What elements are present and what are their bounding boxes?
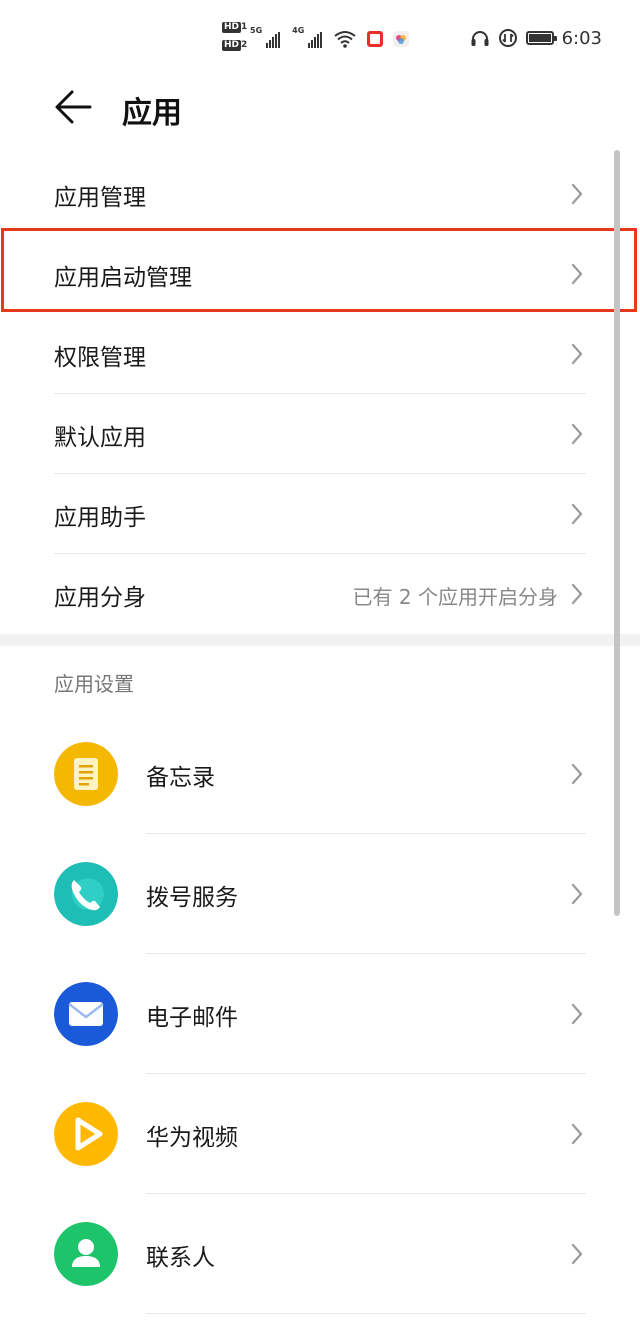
menu-item-default-apps[interactable]: 默认应用: [0, 394, 640, 474]
mail-icon: [54, 982, 118, 1046]
app-item-label: 电子邮件: [146, 1005, 238, 1031]
settings-menu-list: 应用管理 应用启动管理 权限管理 默认应用 应用助手 应用分身 已有 2 个应用…: [0, 154, 640, 634]
app-bar: 应用: [0, 76, 640, 142]
chevron-right-icon: [571, 763, 583, 785]
chevron-right-icon: [571, 183, 583, 205]
battery-icon: [525, 31, 557, 45]
scrollbar[interactable]: [614, 150, 620, 916]
menu-item-label: 应用分身: [54, 585, 146, 611]
menu-item-label: 应用启动管理: [54, 265, 192, 291]
app-item-email[interactable]: 电子邮件: [0, 954, 640, 1074]
app-item-huawei-video[interactable]: 华为视频: [0, 1074, 640, 1194]
chevron-right-icon: [571, 583, 583, 605]
play-icon: [54, 1102, 118, 1166]
network-4g-label: 4G: [292, 26, 305, 35]
menu-item-label: 应用助手: [54, 505, 146, 531]
network-5g-label: 5G: [250, 26, 263, 35]
wifi-icon: [334, 31, 356, 48]
chevron-right-icon: [571, 343, 583, 365]
app-notification-icon: [393, 31, 410, 47]
section-separator: [0, 634, 640, 646]
app-item-dialer[interactable]: 拨号服务: [0, 834, 640, 954]
chevron-right-icon: [571, 1123, 583, 1145]
chevron-right-icon: [571, 883, 583, 905]
menu-item-permission-management[interactable]: 权限管理: [0, 314, 640, 394]
chevron-right-icon: [571, 1003, 583, 1025]
clock-time: 6:03: [561, 27, 602, 49]
menu-item-app-twin[interactable]: 应用分身 已有 2 个应用开启分身: [0, 554, 640, 634]
app-item-label: 华为视频: [146, 1125, 238, 1151]
app-item-label: 联系人: [146, 1245, 215, 1271]
menu-item-app-assistant[interactable]: 应用助手: [0, 474, 640, 554]
headphones-icon: [471, 31, 489, 46]
chevron-right-icon: [571, 263, 583, 285]
app-settings-list: 备忘录 拨号服务 电子邮件 华为视频 联系人: [0, 714, 640, 1314]
data-saver-icon: [498, 29, 517, 47]
app-item-contacts[interactable]: 联系人: [0, 1194, 640, 1314]
chevron-right-icon: [571, 1243, 583, 1265]
divider: [146, 1313, 586, 1314]
status-bar: HD 1 HD 2 5G 4G 6:03: [0, 0, 640, 76]
signal-icon: [266, 32, 281, 48]
hd-sim2-icon: HD 2: [222, 40, 248, 51]
signal-icon: [308, 32, 323, 48]
menu-item-label: 权限管理: [54, 345, 146, 371]
menu-item-app-management[interactable]: 应用管理: [0, 154, 640, 234]
section-title: 应用设置: [54, 672, 134, 696]
menu-item-app-launch-management[interactable]: 应用启动管理: [0, 234, 640, 314]
phone-icon: [54, 862, 118, 926]
chevron-right-icon: [571, 503, 583, 525]
contact-icon: [54, 1222, 118, 1286]
page-title: 应用: [122, 96, 182, 131]
app-item-label: 拨号服务: [146, 885, 238, 911]
notepad-icon: [54, 742, 118, 806]
back-arrow-icon[interactable]: [52, 86, 94, 128]
notification-icon: [367, 31, 384, 47]
app-item-label: 备忘录: [146, 765, 215, 791]
hd-sim1-icon: HD 1: [222, 22, 248, 33]
app-item-notepad[interactable]: 备忘录: [0, 714, 640, 834]
menu-item-label: 应用管理: [54, 185, 146, 211]
menu-item-label: 默认应用: [54, 425, 146, 451]
app-twin-status: 已有 2 个应用开启分身: [352, 585, 558, 609]
chevron-right-icon: [571, 423, 583, 445]
